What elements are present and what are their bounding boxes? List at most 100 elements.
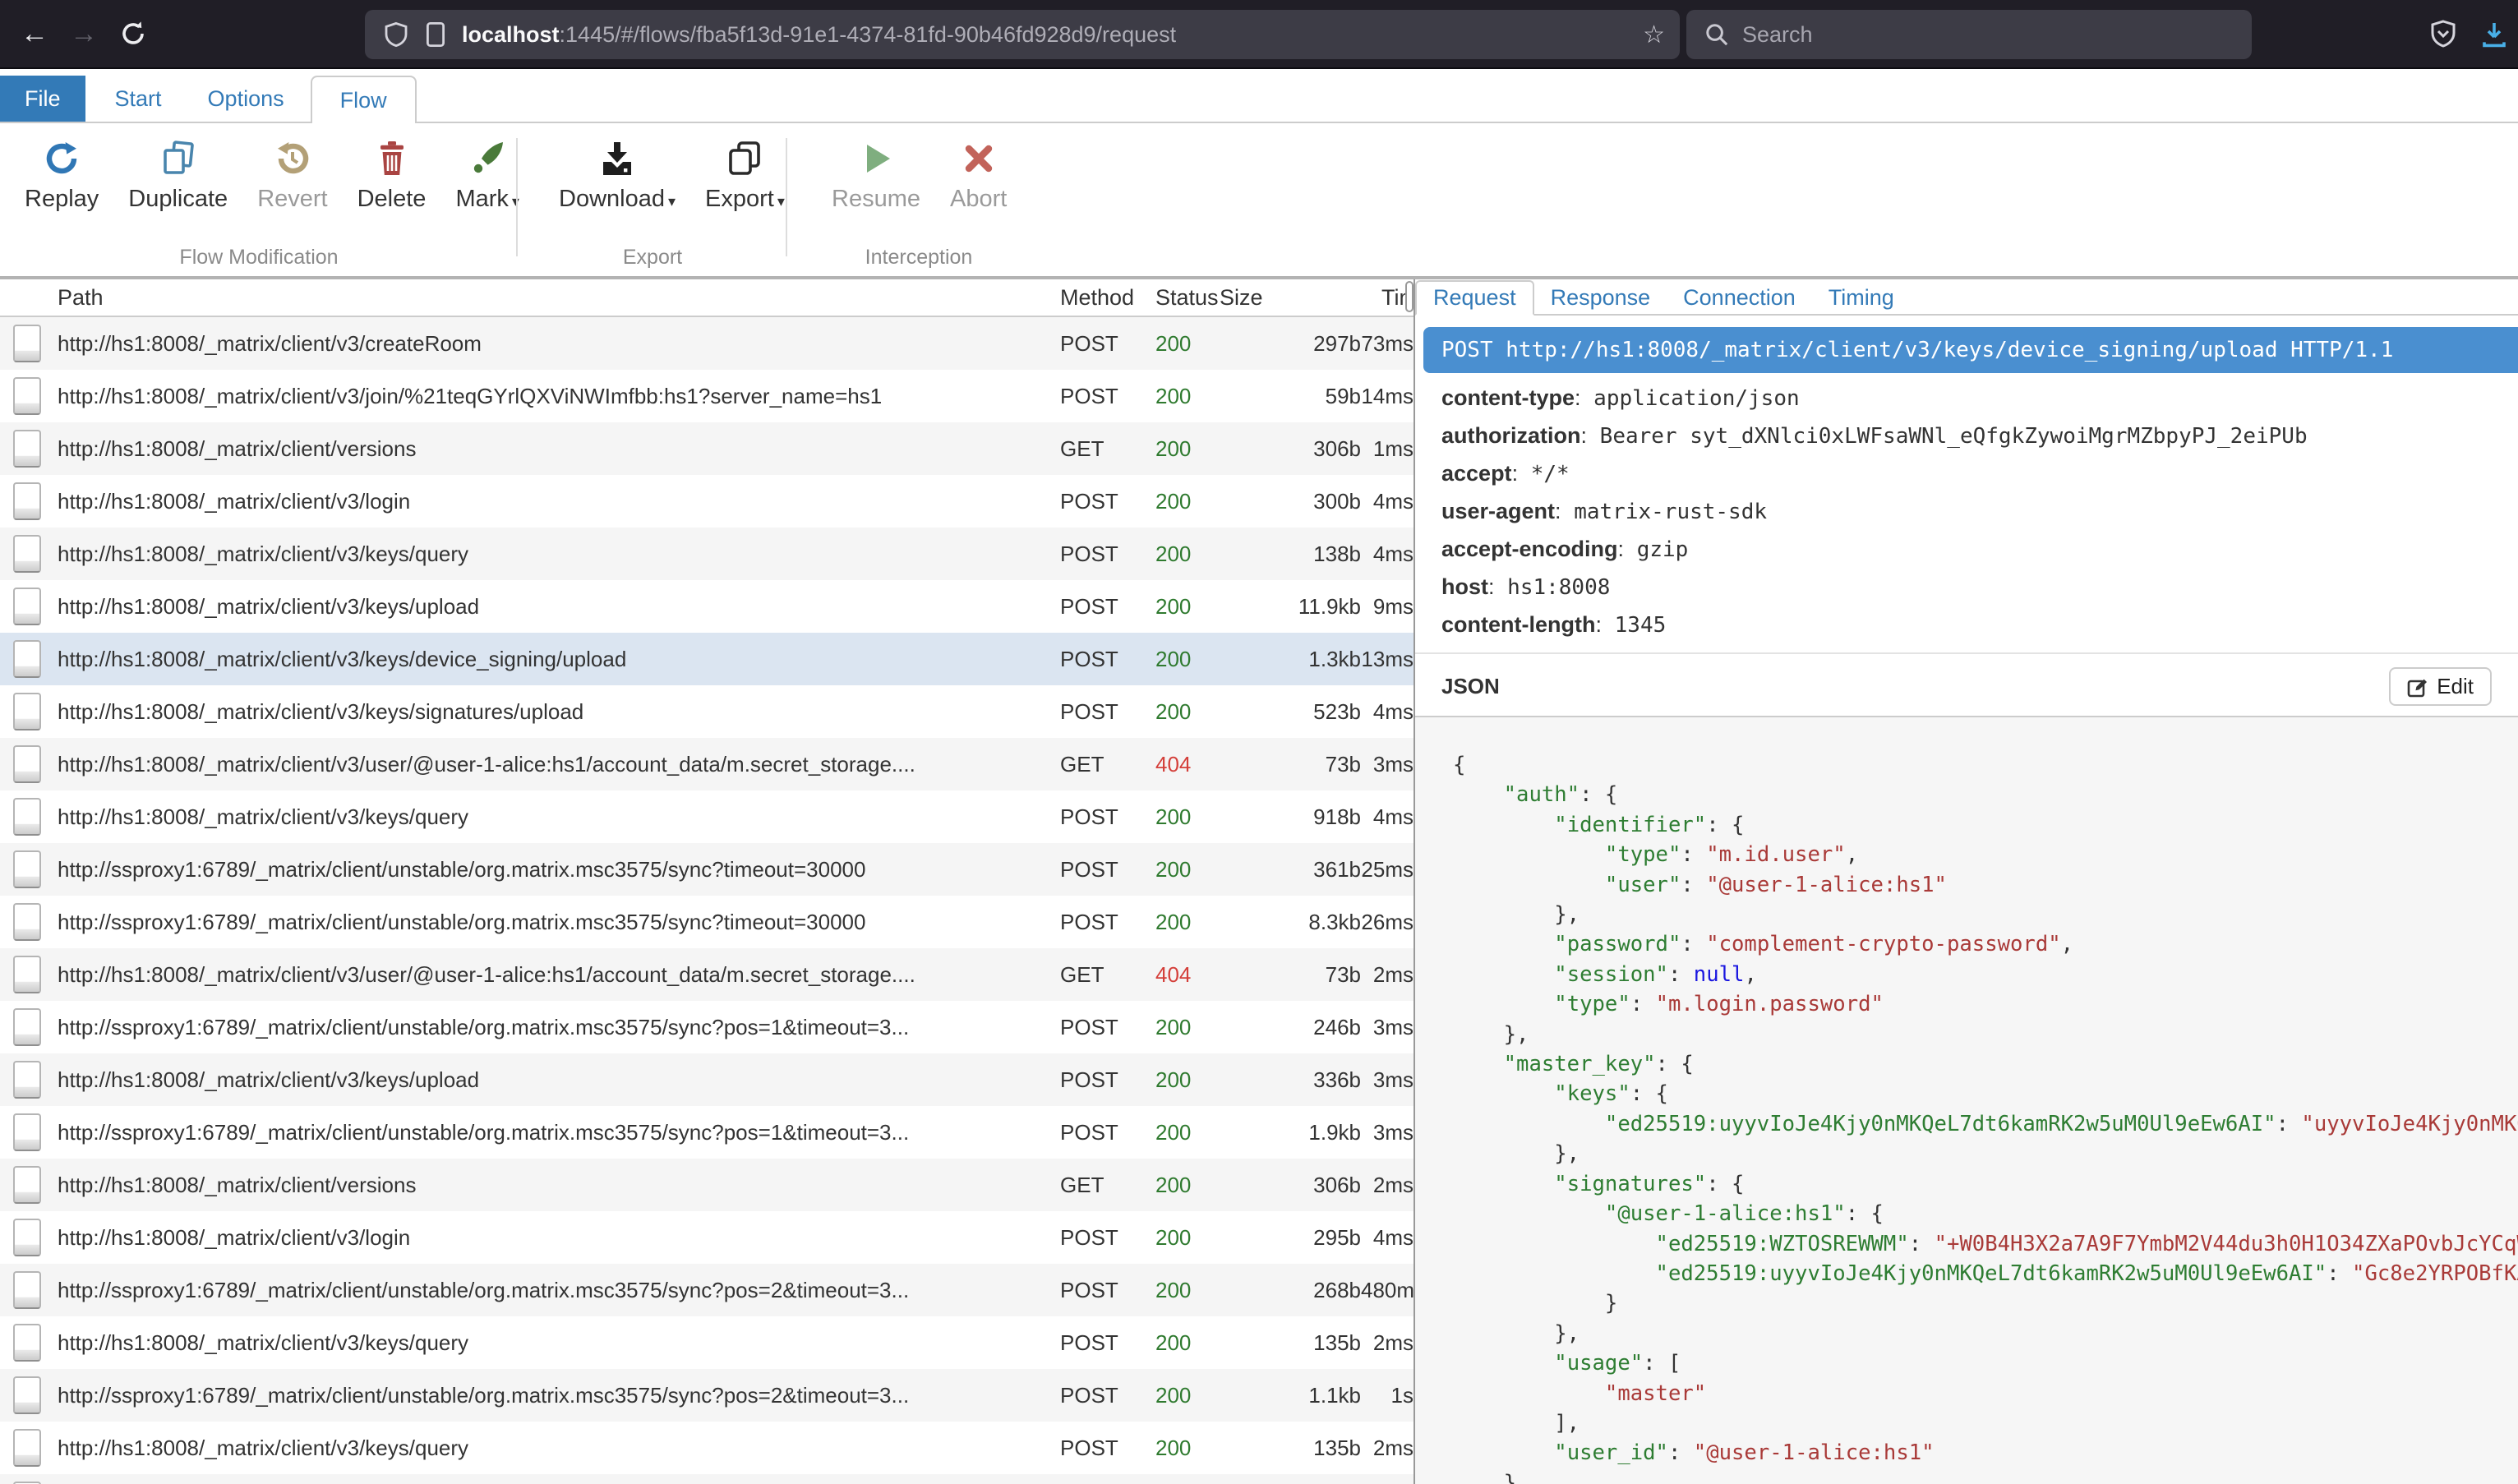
replay-button[interactable]: Replay bbox=[10, 135, 113, 246]
flow-type-icon bbox=[0, 798, 58, 836]
flow-row[interactable]: http://hs1:8008/_matrix/client/v3/keys/d… bbox=[0, 633, 1413, 685]
edit-button[interactable]: Edit bbox=[2389, 667, 2492, 706]
request-header-line[interactable]: accept: */* bbox=[1441, 455, 2518, 493]
flow-row[interactable]: http://hs1:8008/_matrix/client/v3/keys/q… bbox=[0, 528, 1413, 580]
flow-method: GET bbox=[1060, 752, 1155, 777]
column-header-size[interactable]: Size bbox=[1215, 285, 1361, 311]
export-button[interactable]: Export▾ bbox=[690, 135, 800, 246]
pocket-shield-icon[interactable] bbox=[2429, 20, 2457, 49]
tracking-shield-icon[interactable] bbox=[383, 21, 409, 48]
menu-start[interactable]: Start bbox=[99, 76, 178, 122]
bookmark-star-icon[interactable]: ☆ bbox=[1643, 21, 1665, 49]
group-caption-flow-modification: Flow Modification bbox=[0, 246, 518, 276]
flow-row[interactable]: http://hs1:8008/_matrix/client/v3/keys/s… bbox=[0, 685, 1413, 738]
url-bar[interactable]: localhost:1445/#/flows/fba5f13d-91e1-437… bbox=[365, 10, 1680, 59]
flow-status: 200 bbox=[1155, 436, 1215, 462]
flow-row[interactable]: http://hs1:8008/_matrix/client/versionsG… bbox=[0, 422, 1413, 475]
abort-button[interactable]: Abort bbox=[935, 135, 1021, 246]
detail-tab-connection[interactable]: Connection bbox=[1667, 282, 1812, 314]
abort-icon bbox=[962, 136, 996, 181]
flow-size: 268b bbox=[1215, 1278, 1361, 1303]
flow-row[interactable]: http://ssproxy1:6789/_matrix/client/unst… bbox=[0, 843, 1413, 896]
flow-row[interactable]: http://hs1:8008/_matrix/client/versionsG… bbox=[0, 1159, 1413, 1211]
flow-size: 73b bbox=[1215, 962, 1361, 988]
download-icon bbox=[598, 136, 636, 181]
resume-button[interactable]: Resume bbox=[817, 135, 935, 246]
scrollbar-thumb[interactable] bbox=[1405, 281, 1413, 312]
flow-row[interactable]: http://ssproxy1:6789/_matrix/client/unst… bbox=[0, 1106, 1413, 1159]
flow-status: 200 bbox=[1155, 857, 1215, 883]
flow-row[interactable]: http://hs1:8008/_matrix/client/v3/keys/q… bbox=[0, 1316, 1413, 1369]
forward-icon[interactable]: → bbox=[59, 18, 108, 50]
flow-type-icon bbox=[0, 535, 58, 573]
flow-row[interactable]: http://hs1:8008/_matrix/client/v3/keys/u… bbox=[0, 1053, 1413, 1106]
flow-row[interactable]: http://hs1:8008/_matrix/client/v3/loginP… bbox=[0, 475, 1413, 528]
flow-size: 135b bbox=[1215, 1436, 1361, 1461]
flow-row[interactable]: http://hs1:8008/_matrix/client/v3/keys/u… bbox=[0, 580, 1413, 633]
export-caret: ▾ bbox=[777, 193, 785, 210]
downloads-icon[interactable] bbox=[2480, 21, 2508, 48]
flow-path: http://ssproxy1:6789/_matrix/client/unst… bbox=[58, 1015, 1060, 1040]
divider bbox=[1415, 652, 2518, 654]
group-caption-interception: Interception bbox=[787, 246, 1050, 276]
reload-icon[interactable] bbox=[108, 20, 158, 48]
menu-options[interactable]: Options bbox=[191, 76, 301, 122]
duplicate-button[interactable]: Duplicate bbox=[113, 135, 242, 246]
flow-row-partial[interactable] bbox=[0, 1474, 1413, 1484]
menu-file[interactable]: File bbox=[0, 76, 85, 122]
flow-row[interactable]: http://hs1:8008/_matrix/client/v3/keys/q… bbox=[0, 1422, 1413, 1474]
column-header-status[interactable]: Status bbox=[1155, 285, 1215, 311]
flow-row[interactable]: http://hs1:8008/_matrix/client/v3/user/@… bbox=[0, 738, 1413, 790]
menu-flow-active-tab[interactable]: Flow bbox=[311, 76, 417, 123]
flow-method: GET bbox=[1060, 1173, 1155, 1198]
url-text[interactable]: localhost:1445/#/flows/fba5f13d-91e1-437… bbox=[462, 22, 1176, 48]
flow-row[interactable]: http://hs1:8008/_matrix/client/v3/keys/q… bbox=[0, 790, 1413, 843]
flow-method: POST bbox=[1060, 1383, 1155, 1408]
detail-tab-timing[interactable]: Timing bbox=[1812, 282, 1911, 314]
request-header-line[interactable]: host: hs1:8008 bbox=[1441, 569, 2518, 606]
flow-type-icon bbox=[0, 640, 58, 678]
revert-icon bbox=[274, 136, 311, 181]
search-bar[interactable]: Search bbox=[1686, 10, 2252, 59]
flow-row[interactable]: http://hs1:8008/_matrix/client/v3/create… bbox=[0, 317, 1413, 370]
flow-path: http://ssproxy1:6789/_matrix/client/unst… bbox=[58, 857, 1060, 883]
request-header-line[interactable]: content-type: application/json bbox=[1441, 380, 2518, 417]
edit-pencil-icon bbox=[2407, 676, 2428, 698]
flow-row[interactable]: http://hs1:8008/_matrix/client/v3/loginP… bbox=[0, 1211, 1413, 1264]
column-header-path[interactable]: Path bbox=[58, 285, 1060, 311]
request-first-line[interactable]: POST http://hs1:8008/_matrix/client/v3/k… bbox=[1423, 327, 2518, 373]
flow-row[interactable]: http://ssproxy1:6789/_matrix/client/unst… bbox=[0, 896, 1413, 948]
flow-status: 200 bbox=[1155, 542, 1215, 567]
flow-size: 246b bbox=[1215, 1015, 1361, 1040]
flow-row[interactable]: http://ssproxy1:6789/_matrix/client/unst… bbox=[0, 1001, 1413, 1053]
flow-row[interactable]: http://hs1:8008/_matrix/client/v3/join/%… bbox=[0, 370, 1413, 422]
flow-row[interactable]: http://ssproxy1:6789/_matrix/client/unst… bbox=[0, 1369, 1413, 1422]
flow-status: 200 bbox=[1155, 1225, 1215, 1251]
flow-row[interactable]: http://hs1:8008/_matrix/client/v3/user/@… bbox=[0, 948, 1413, 1001]
download-button[interactable]: Download▾ bbox=[544, 135, 690, 246]
request-header-line[interactable]: content-length: 1345 bbox=[1441, 606, 2518, 644]
column-header-method[interactable]: Method bbox=[1060, 285, 1155, 311]
detail-tab-response[interactable]: Response bbox=[1534, 282, 1667, 314]
flow-path: http://hs1:8008/_matrix/client/v3/keys/q… bbox=[58, 804, 1060, 830]
flow-table-header[interactable]: Path Method Status Size Time bbox=[0, 279, 1413, 317]
replay-icon bbox=[43, 136, 81, 181]
flow-method: POST bbox=[1060, 1067, 1155, 1093]
back-icon[interactable]: ← bbox=[10, 18, 59, 50]
flow-path: http://ssproxy1:6789/_matrix/client/unst… bbox=[58, 1383, 1060, 1408]
json-body[interactable]: { "auth": { "identifier": { "type": "m.i… bbox=[1415, 716, 2518, 1484]
delete-button[interactable]: Delete bbox=[343, 135, 441, 246]
revert-button[interactable]: Revert bbox=[242, 135, 342, 246]
flow-method: POST bbox=[1060, 910, 1155, 935]
flow-table-scrollbar[interactable] bbox=[1404, 279, 1413, 1484]
request-header-line[interactable]: accept-encoding: gzip bbox=[1441, 531, 2518, 569]
detail-tab-request[interactable]: Request bbox=[1415, 280, 1534, 316]
flow-size: 1.9kb bbox=[1215, 1120, 1361, 1145]
flow-row[interactable]: http://ssproxy1:6789/_matrix/client/unst… bbox=[0, 1264, 1413, 1316]
request-header-line[interactable]: authorization: Bearer syt_dXNlci0xLWFsaW… bbox=[1441, 417, 2518, 455]
flow-size: 138b bbox=[1215, 542, 1361, 567]
request-header-line[interactable]: user-agent: matrix-rust-sdk bbox=[1441, 493, 2518, 531]
page-info-icon[interactable] bbox=[424, 21, 447, 48]
flow-path: http://hs1:8008/_matrix/client/v3/create… bbox=[58, 331, 1060, 357]
flow-size: 336b bbox=[1215, 1067, 1361, 1093]
